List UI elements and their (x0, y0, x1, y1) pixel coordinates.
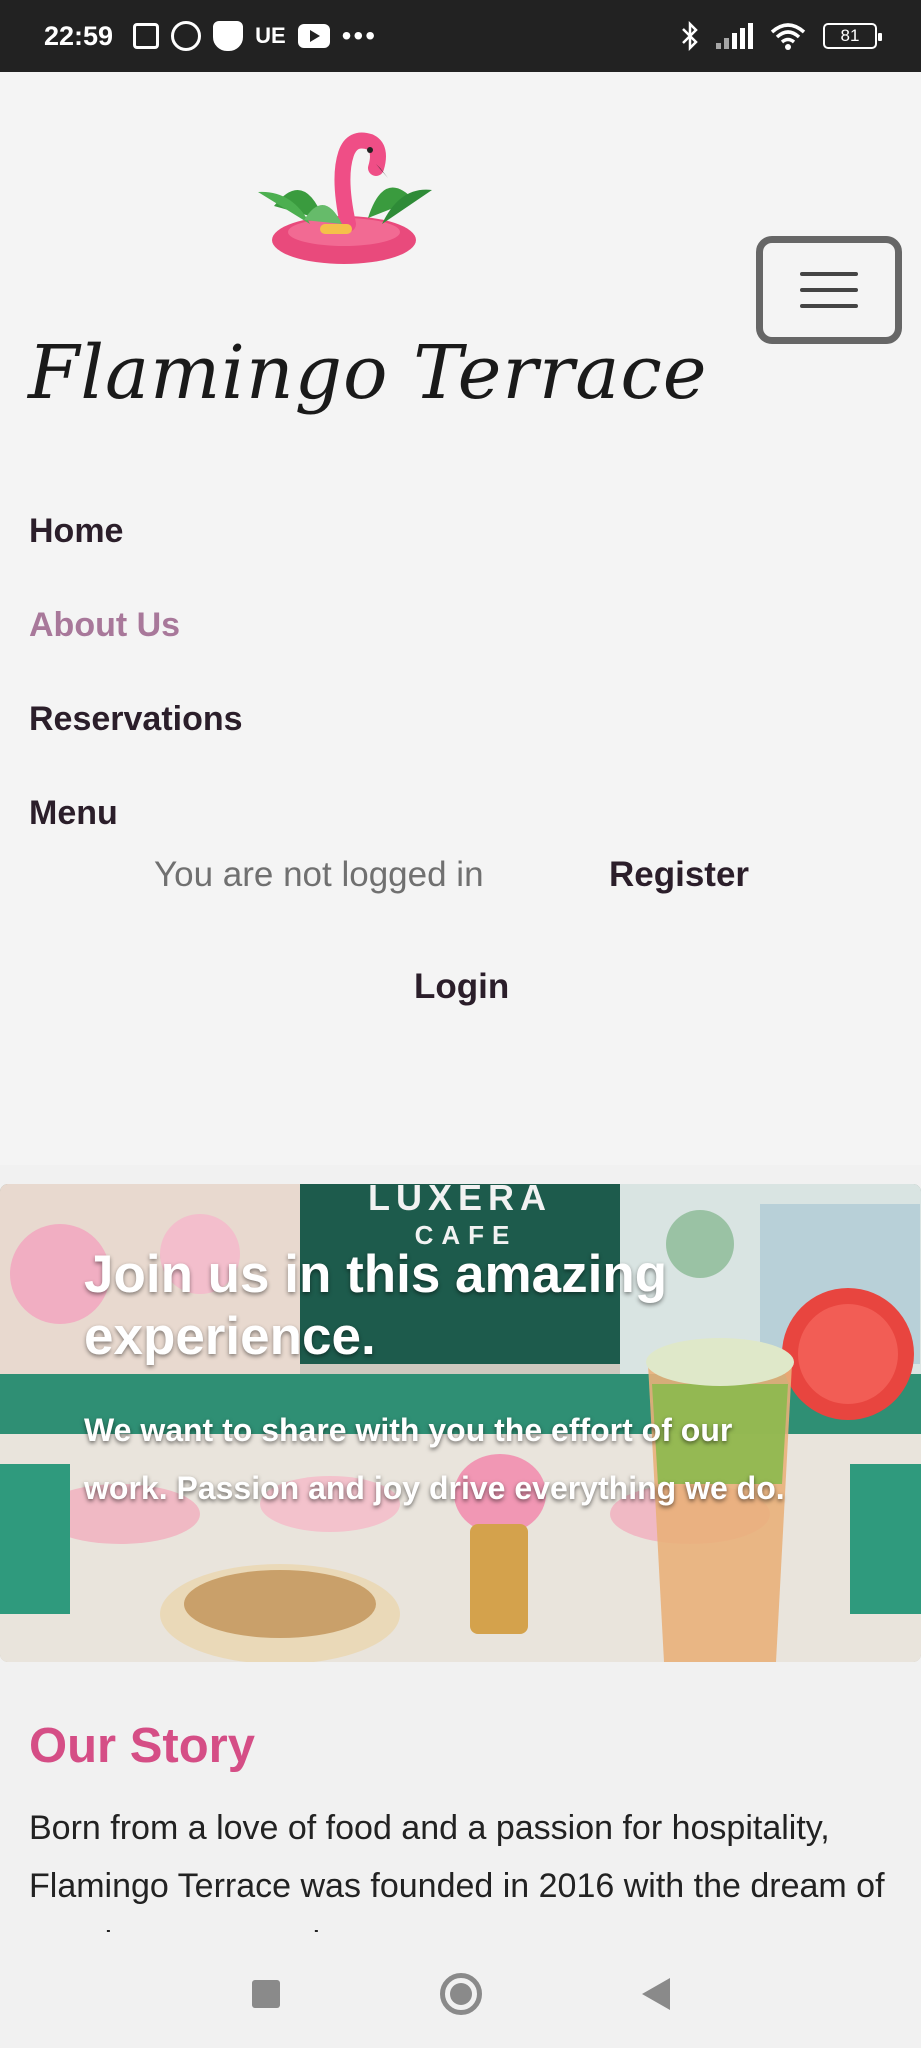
hamburger-line (800, 304, 858, 308)
battery-indicator: 81 (823, 23, 882, 49)
muted-notification-icon (133, 23, 160, 49)
hamburger-line (800, 288, 858, 292)
alarm-icon (171, 21, 202, 51)
status-bar: 22:59 UE ••• 81 (0, 0, 921, 72)
carrier-label: UE (255, 23, 286, 48)
nav-link-menu[interactable]: Menu (29, 794, 118, 833)
battery-level: 81 (840, 26, 860, 45)
wifi-icon (770, 23, 806, 50)
status-time: 22:59 (44, 20, 114, 51)
login-link[interactable]: Login (414, 967, 509, 1007)
hamburger-line (800, 272, 858, 276)
home-button[interactable] (439, 1973, 482, 2015)
cafe-sign-line-1: LUXERA (368, 1184, 552, 1218)
bluetooth-icon (682, 21, 698, 51)
signal-icon (716, 23, 753, 49)
nav-link-about-us[interactable]: About Us (29, 606, 180, 645)
recent-apps-button[interactable] (251, 1980, 280, 2008)
register-link[interactable]: Register (609, 855, 749, 895)
our-story-text: Born from a love of food and a passion f… (29, 1809, 885, 1932)
status-bar-right: 81 (680, 21, 882, 51)
brand-name[interactable]: Flamingo Terrace (28, 330, 708, 416)
flamingo-logo-icon[interactable] (244, 128, 444, 268)
nav-link-home[interactable]: Home (29, 512, 123, 551)
nav-link-reservations[interactable]: Reservations (29, 700, 243, 739)
shield-icon (213, 21, 244, 51)
hero-subtitle: We want to share with you the effort of … (84, 1412, 785, 1506)
hero-title: Join us in this amazing experience. (84, 1245, 668, 1366)
login-status-text-overlay: You are not logged in (154, 855, 484, 894)
back-button[interactable] (641, 1978, 670, 2010)
status-bar-left: 22:59 UE ••• (44, 20, 377, 52)
hero-banner: LUXERA CAFE Join us in this amazing expe… (0, 1184, 921, 1662)
youtube-icon (297, 24, 330, 48)
our-story-heading: Our Story (29, 1719, 255, 1773)
our-story-body: Born from a love of food and a passion f… (29, 1800, 899, 1932)
more-notifications-icon: ••• (341, 20, 378, 51)
menu-toggle-button[interactable] (756, 236, 902, 344)
system-navigation-bar (0, 1940, 921, 2048)
